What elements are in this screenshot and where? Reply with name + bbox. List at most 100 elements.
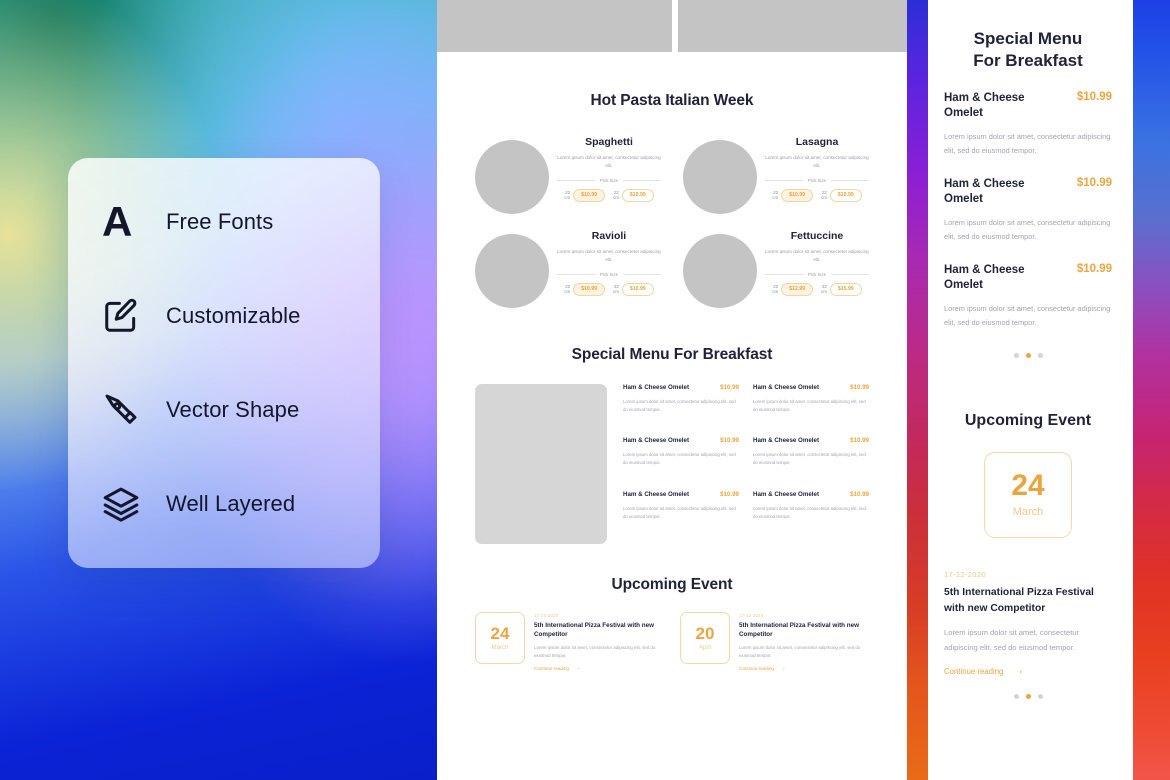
hero-placeholder-right	[678, 0, 907, 52]
pasta-size-value: 22 cm	[613, 284, 619, 295]
pick-size-label: Pick Size	[807, 177, 827, 183]
feature-item-free-fonts[interactable]: A Free Fonts	[102, 175, 380, 269]
pasta-description: Lorem ipsum dolor sit amet, consectetur …	[557, 155, 661, 168]
breakfast-items-grid: Ham & Cheese Omelet $10.99 Lorem ipsum d…	[623, 384, 869, 544]
pasta-price-pill[interactable]: $10.99	[621, 188, 654, 202]
pasta-description: Lorem ipsum dolor sit amet, consectetur …	[765, 155, 869, 168]
pasta-card[interactable]: Ravioli Lorem ipsum dolor sit amet, cons…	[475, 228, 661, 308]
chevron-right-icon: ›	[578, 665, 580, 671]
breakfast-item-price: $10.99	[850, 384, 869, 391]
pasta-name: Ravioli	[591, 230, 627, 242]
pagination-dot[interactable]	[1025, 693, 1031, 699]
continue-reading-link[interactable]: Continue reading ›	[739, 666, 869, 671]
event-card[interactable]: 24 March 17-12-2020 5th International Pi…	[475, 612, 664, 671]
pasta-size-option[interactable]: 22 cm $10.99	[772, 188, 813, 202]
pasta-card[interactable]: Spaghetti Lorem ipsum dolor sit amet, co…	[475, 134, 661, 214]
continue-reading-link[interactable]: Continue reading ›	[534, 666, 664, 671]
pasta-size-value: 22 cm	[613, 190, 619, 201]
pasta-size-value: 22 cm	[772, 190, 779, 201]
breakfast-item[interactable]: Ham & Cheese Omelet $10.99 Lorem ipsum d…	[753, 491, 869, 533]
breakfast-item-price: $10.99	[850, 437, 869, 445]
pasta-image-placeholder	[683, 140, 757, 214]
pasta-size-options: 22 cm $12.99 22 cm $15.99	[765, 282, 869, 296]
mobile-item-price: $10.99	[1076, 262, 1112, 275]
pasta-name: Fettuccine	[790, 230, 844, 242]
breakfast-item-description: Lorem ipsum dolor sit amet, consectetur …	[623, 452, 736, 466]
mobile-item-name: Ham & Cheese Omelet	[944, 177, 1025, 206]
pasta-size-options: 22 cm $10.99 22 cm $10.99	[557, 188, 661, 202]
pick-size-label: Pick Size	[599, 177, 619, 183]
breakfast-item[interactable]: Ham & Cheese Omelet $10.99 Lorem ipsum d…	[623, 384, 739, 426]
mobile-menu-item[interactable]: Ham & Cheese Omelet $10.99 Lorem ipsum d…	[944, 177, 1112, 245]
breakfast-item[interactable]: Ham & Cheese Omelet $10.99 Lorem ipsum d…	[623, 491, 739, 533]
breakfast-item-price: $10.99	[720, 384, 739, 391]
breakfast-item-price: $10.99	[720, 437, 739, 445]
breakfast-item-name: Ham & Cheese Omelet	[623, 490, 690, 498]
mobile-pagination-dots[interactable]	[944, 352, 1112, 358]
pencil-square-icon	[102, 293, 156, 339]
mobile-menu-item[interactable]: Ham & Cheese Omelet $10.99 Lorem ipsum d…	[944, 91, 1112, 159]
pagination-dot[interactable]	[1013, 693, 1019, 699]
pasta-price-pill[interactable]: $10.99	[573, 282, 605, 296]
pasta-price-pill[interactable]: $10.99	[781, 188, 813, 202]
mobile-item-price: $10.99	[1076, 176, 1112, 189]
mobile-menu-item[interactable]: Ham & Cheese Omelet $10.99 Lorem ipsum d…	[944, 263, 1112, 331]
pick-size-label: Pick Size	[599, 271, 619, 277]
pagination-dot[interactable]	[1037, 352, 1043, 358]
event-month: March	[491, 645, 509, 651]
layers-icon	[102, 481, 156, 527]
pasta-size-value: 22 cm	[821, 190, 827, 201]
pagination-dot[interactable]	[1013, 352, 1019, 358]
mobile-link-label: Continue reading	[944, 666, 1004, 676]
feature-item-customizable[interactable]: Customizable	[102, 269, 380, 363]
event-description: Lorem ipsum dolor sit amet, consectetur …	[739, 644, 861, 659]
pagination-dot[interactable]	[1037, 693, 1043, 699]
pasta-size-option[interactable]: 22 cm $12.99	[772, 282, 813, 296]
pasta-size-option[interactable]: 22 cm $10.99	[564, 282, 605, 296]
pasta-image-placeholder	[475, 140, 549, 214]
pasta-description: Lorem ipsum dolor sit amet, consectetur …	[557, 249, 661, 262]
feature-item-vector-shape[interactable]: Vector Shape	[102, 363, 380, 457]
breakfast-image-placeholder	[475, 384, 607, 544]
pasta-card[interactable]: Fettuccine Lorem ipsum dolor sit amet, c…	[683, 228, 869, 308]
pick-size-divider: Pick Size	[557, 178, 661, 183]
event-title: 5th International Pizza Festival with ne…	[739, 622, 860, 639]
pick-size-divider: Pick Size	[765, 272, 869, 277]
features-card: A Free Fonts Customizable Vector Shape W…	[68, 158, 380, 568]
pasta-price-pill[interactable]: $15.99	[829, 282, 862, 296]
pasta-size-option[interactable]: 22 cm $10.99	[613, 188, 654, 202]
pasta-price-pill[interactable]: $12.99	[781, 282, 813, 296]
mobile-continue-reading-link[interactable]: Continue reading ›	[944, 667, 1112, 676]
events-section-title: Upcoming Event	[611, 576, 733, 593]
pasta-price-pill[interactable]: $10.99	[829, 188, 862, 202]
pasta-size-option[interactable]: 22 cm $10.99	[821, 188, 862, 202]
pasta-price-pill[interactable]: $10.99	[573, 188, 605, 202]
breakfast-item[interactable]: Ham & Cheese Omelet $10.99 Lorem ipsum d…	[753, 384, 869, 426]
link-label: Continue reading	[739, 665, 774, 671]
pasta-card[interactable]: Lasagna Lorem ipsum dolor sit amet, cons…	[683, 134, 869, 214]
mobile-menu-list: Ham & Cheese Omelet $10.99 Lorem ipsum d…	[944, 91, 1112, 331]
feature-item-well-layered[interactable]: Well Layered	[102, 457, 380, 551]
mobile-item-description: Lorem ipsum dolor sit amet, consectetur …	[944, 303, 1111, 328]
hero-placeholder-left	[437, 0, 672, 52]
breakfast-item[interactable]: Ham & Cheese Omelet $10.99 Lorem ipsum d…	[753, 437, 869, 479]
pagination-dot[interactable]	[1025, 352, 1031, 358]
breakfast-item[interactable]: Ham & Cheese Omelet $10.99 Lorem ipsum d…	[623, 437, 739, 479]
pasta-size-option[interactable]: 22 cm $15.99	[821, 282, 862, 296]
pasta-price-pill[interactable]: $10.99	[621, 282, 654, 296]
feature-label: Free Fonts	[166, 209, 274, 234]
pasta-size-value: 22 cm	[564, 190, 571, 201]
letter-a-icon: A	[102, 198, 132, 245]
breakfast-item-name: Ham & Cheese Omelet	[753, 384, 820, 391]
mobile-pagination-dots-bottom[interactable]	[944, 693, 1112, 699]
pasta-size-option[interactable]: 22 cm $10.99	[613, 282, 654, 296]
pasta-image-placeholder	[475, 234, 549, 308]
pasta-size-option[interactable]: 22 cm $10.99	[564, 188, 605, 202]
breakfast-item-name: Ham & Cheese Omelet	[623, 384, 690, 391]
breakfast-item-name: Ham & Cheese Omelet	[753, 490, 820, 498]
breakfast-item-price: $10.99	[720, 490, 739, 498]
event-card[interactable]: 20 April 17-12-2020 5th International Pi…	[680, 612, 869, 671]
breakfast-item-description: Lorem ipsum dolor sit amet, consectetur …	[623, 505, 736, 519]
pick-size-divider: Pick Size	[557, 272, 661, 277]
pasta-size-value: 22 cm	[821, 284, 827, 295]
